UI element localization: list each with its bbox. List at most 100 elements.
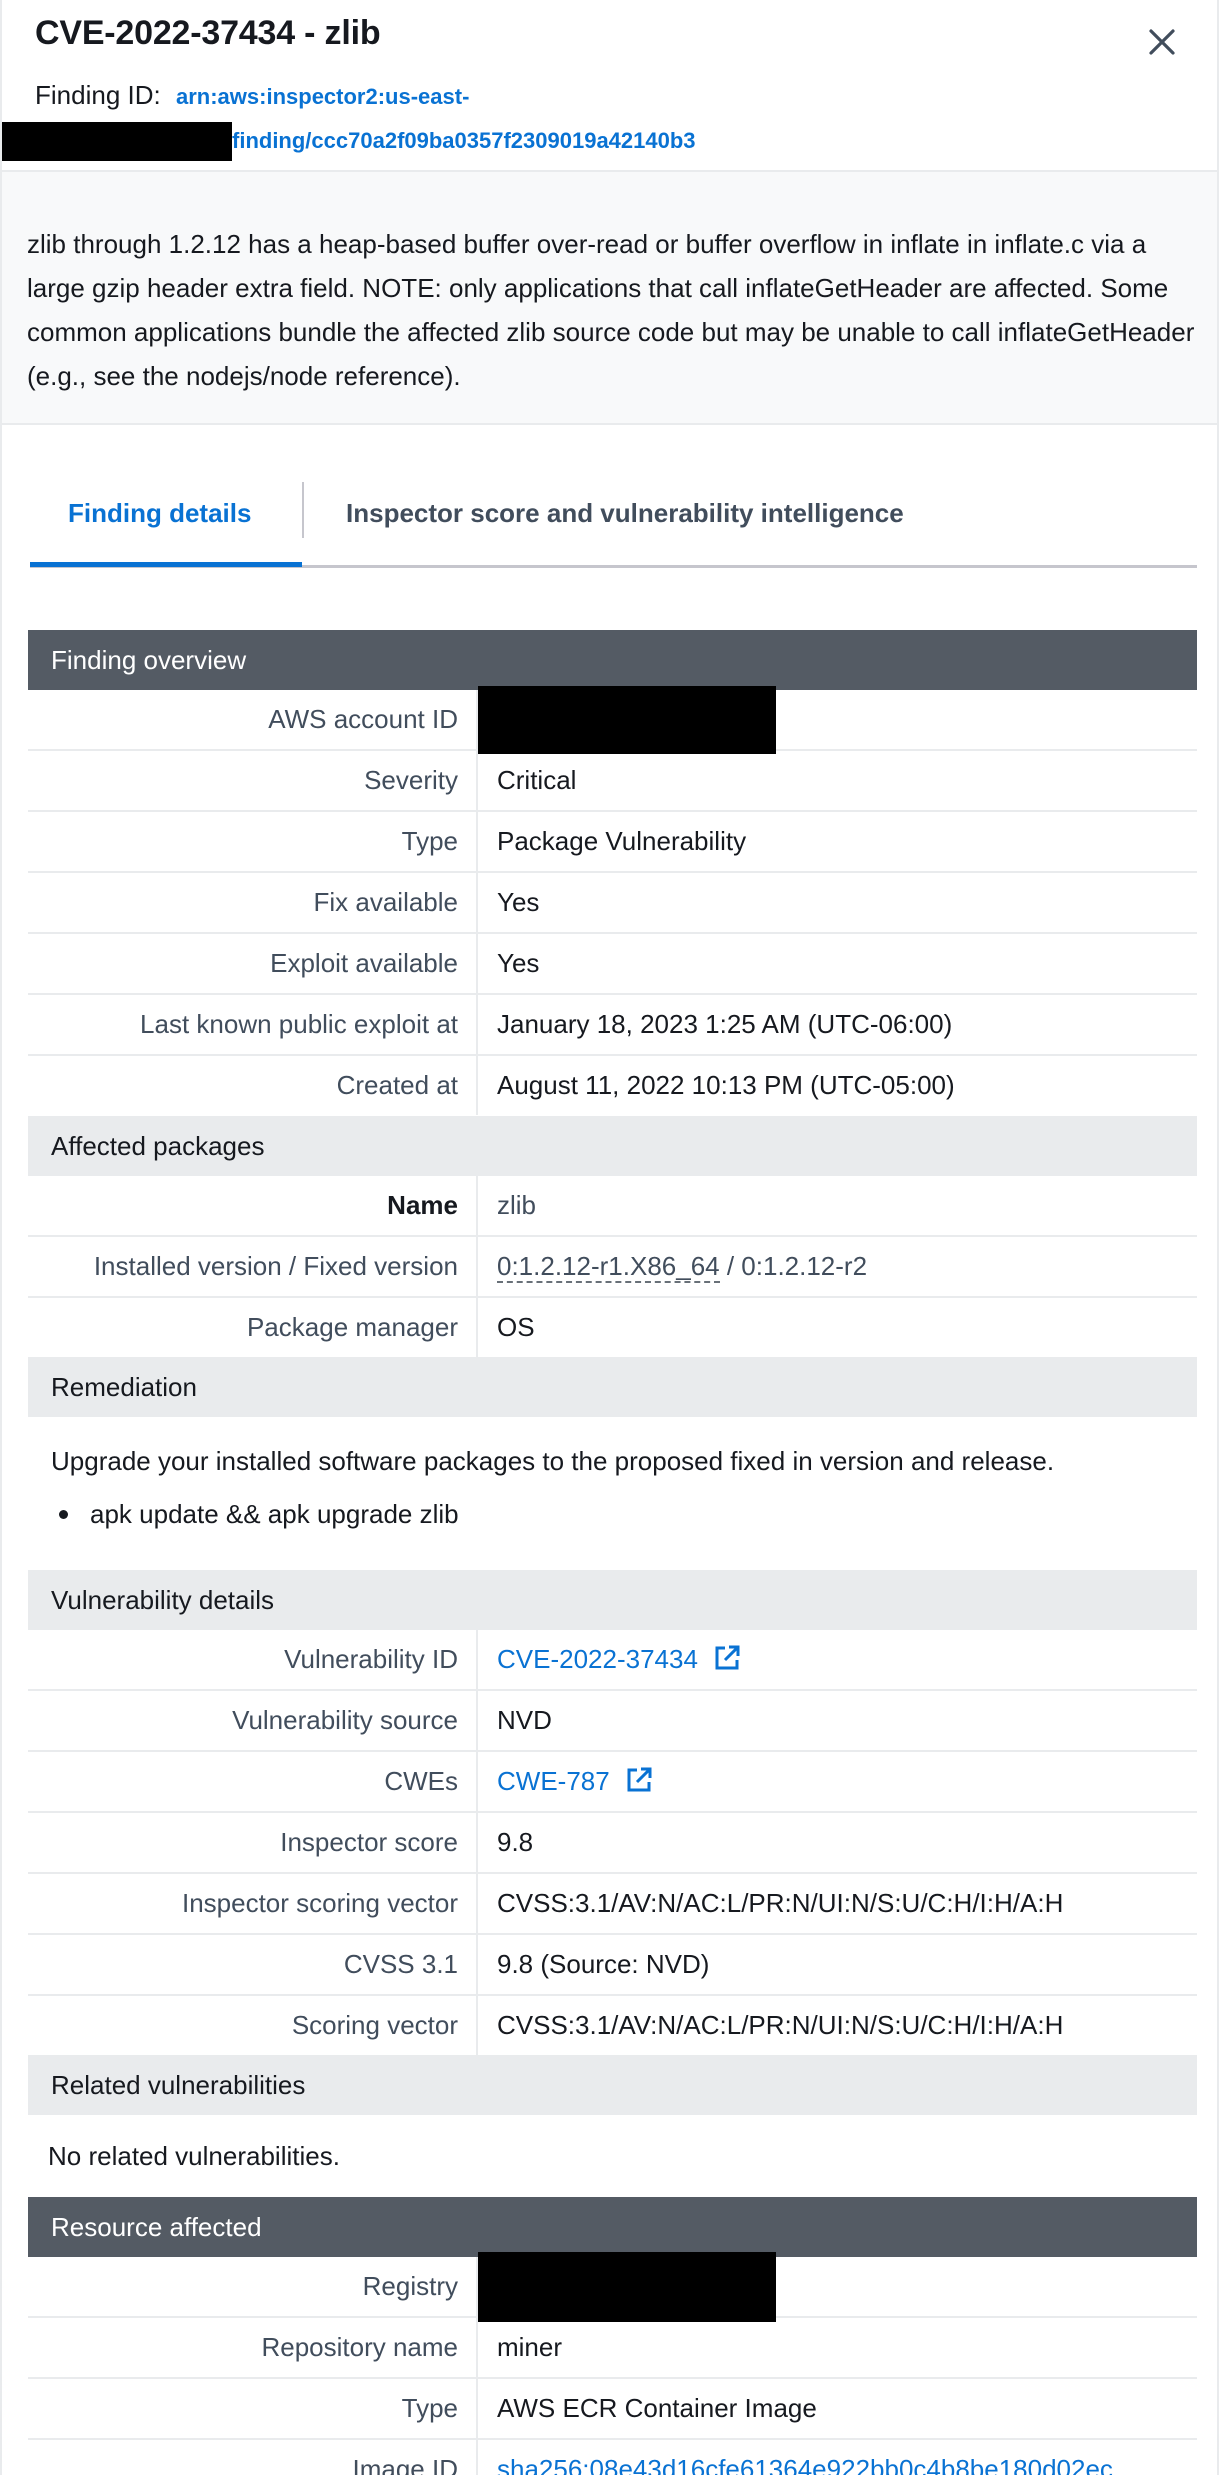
finding-id-label: Finding ID: — [35, 80, 161, 110]
related-vulnerabilities-text: No related vulnerabilities. — [48, 2141, 340, 2171]
table-row: Name zlib — [28, 1176, 1197, 1237]
vulnerability-details-heading: Vulnerability details — [28, 1570, 1197, 1630]
table-row: Inspector score 9.8 — [28, 1813, 1197, 1874]
inspector-scoring-vector-value: CVSS:3.1/AV:N/AC:L/PR:N/UI:N/S:U/C:H/I:H… — [497, 1888, 1064, 1918]
table-row: Exploit available Yes — [28, 934, 1197, 995]
vulnerability-id-text[interactable]: CVE-2022-37434 — [497, 1644, 698, 1674]
table-row: Installed version / Fixed version 0:1.2.… — [28, 1237, 1197, 1298]
column-divider — [476, 1691, 478, 1750]
row-key: Vulnerability source — [232, 1705, 458, 1735]
table-row: Package manager OS — [28, 1298, 1197, 1359]
remediation-heading: Remediation — [28, 1357, 1197, 1417]
table-row: CVSS 3.1 9.8 (Source: NVD) — [28, 1935, 1197, 1996]
row-key: Installed version / Fixed version — [93, 1251, 458, 1281]
scoring-vector-value: CVSS:3.1/AV:N/AC:L/PR:N/UI:N/S:U/C:H/I:H… — [497, 2010, 1064, 2040]
redacted-account-block — [2, 122, 232, 161]
column-divider — [476, 2440, 478, 2475]
cvss-value: 9.8 (Source: NVD) — [497, 1949, 710, 1979]
tab-finding-details[interactable]: Finding details — [68, 498, 251, 529]
row-key: Package manager — [246, 1312, 458, 1342]
column-divider — [476, 1874, 478, 1933]
row-key: CVSS 3.1 — [343, 1949, 458, 1979]
row-key: Last known public exploit at — [140, 1009, 458, 1039]
column-divider — [476, 995, 478, 1054]
row-key: Severity — [364, 765, 458, 795]
repository-name-value: miner — [497, 2332, 563, 2362]
cwe-text[interactable]: CWE-787 — [497, 1766, 610, 1796]
tabs: Finding details Inspector score and vuln… — [30, 470, 1197, 568]
column-divider — [476, 1630, 478, 1689]
remediation-text: Upgrade your installed software packages… — [51, 1446, 1055, 1476]
row-key: Scoring vector — [291, 2010, 458, 2040]
column-divider — [476, 2318, 478, 2377]
external-link-icon[interactable] — [713, 1644, 741, 1672]
table-row: Last known public exploit at January 18,… — [28, 995, 1197, 1056]
row-key: AWS account ID — [268, 704, 458, 734]
affected-packages-heading: Affected packages — [28, 1116, 1197, 1176]
row-key: Inspector scoring vector — [181, 1888, 458, 1918]
row-key: Name — [387, 1190, 458, 1220]
finding-overview-heading: Finding overview — [28, 630, 1197, 690]
vulnerability-id-link[interactable]: CVE-2022-37434 — [497, 1644, 741, 1675]
table-row: Fix available Yes — [28, 873, 1197, 934]
row-key: Fix available — [313, 887, 458, 917]
row-key: Type — [401, 826, 458, 856]
finding-title: CVE-2022-37434 - zlib — [35, 14, 381, 52]
vulnerability-description: zlib through 1.2.12 has a heap-based buf… — [2, 170, 1219, 425]
bullet-icon — [59, 1510, 68, 1519]
column-divider — [476, 1752, 478, 1811]
description-text: zlib through 1.2.12 has a heap-based buf… — [27, 229, 1195, 391]
row-key: Repository name — [261, 2332, 458, 2362]
severity-value: Critical — [497, 765, 577, 795]
row-key: Inspector score — [280, 1827, 458, 1857]
row-key: CWEs — [384, 1766, 458, 1796]
table-row: Severity Critical — [28, 751, 1197, 812]
redacted-registry — [478, 2252, 776, 2322]
table-row: Registry — [28, 2252, 1197, 2322]
installed-version[interactable]: 0:1.2.12-r1.X86_64 — [497, 1251, 720, 1283]
column-divider — [476, 1813, 478, 1872]
row-key: Exploit available — [270, 948, 458, 978]
table-row: Vulnerability ID CVE-2022-37434 — [28, 1630, 1197, 1691]
column-divider — [476, 934, 478, 993]
external-link-icon[interactable] — [625, 1766, 653, 1794]
fixed-version: 0:1.2.12-r2 — [741, 1251, 868, 1281]
column-divider — [476, 1237, 478, 1296]
column-divider — [476, 1056, 478, 1115]
column-divider — [476, 812, 478, 871]
image-id-link[interactable]: sha256:08e43d16cfe61364e922bb0c4b8be180d… — [497, 2454, 1113, 2475]
table-row: Type AWS ECR Container Image — [28, 2379, 1197, 2440]
remediation-command: apk update && apk upgrade zlib — [90, 1499, 459, 1529]
column-divider — [476, 1176, 478, 1235]
version-value: 0:1.2.12-r1.X86_64 / 0:1.2.12-r2 — [497, 1251, 868, 1283]
tab-divider — [302, 482, 304, 538]
table-row: Type Package Vulnerability — [28, 812, 1197, 873]
table-row: Scoring vector CVSS:3.1/AV:N/AC:L/PR:N/U… — [28, 1996, 1197, 2057]
table-row: Repository name miner — [28, 2318, 1197, 2379]
column-divider — [476, 1935, 478, 1994]
last-exploit-value: January 18, 2023 1:25 AM (UTC-06:00) — [497, 1009, 953, 1039]
resource-type-value: AWS ECR Container Image — [497, 2393, 817, 2423]
close-icon[interactable] — [1142, 22, 1182, 62]
row-key: Created at — [336, 1070, 458, 1100]
package-name-value: zlib — [497, 1190, 537, 1220]
finding-id-link-continued[interactable]: finding/ccc70a2f09ba0357f2309019a42140b3 — [232, 128, 696, 154]
finding-details-panel: CVE-2022-37434 - zlib Finding ID: arn:aw… — [0, 0, 1219, 2475]
row-key: Registry — [362, 2271, 458, 2301]
vulnerability-source-value: NVD — [497, 1705, 552, 1735]
panel-header: CVE-2022-37434 - zlib Finding ID: arn:aw… — [2, 0, 1219, 170]
column-divider — [476, 1298, 478, 1357]
cwe-link[interactable]: CWE-787 — [497, 1766, 653, 1797]
tab-inspector-score[interactable]: Inspector score and vulnerability intell… — [346, 498, 904, 529]
type-value: Package Vulnerability — [497, 826, 747, 856]
inspector-score-value: 9.8 — [497, 1827, 534, 1857]
redacted-account-id — [478, 686, 776, 754]
active-tab-indicator — [30, 562, 302, 567]
finding-id-link[interactable]: arn:aws:inspector2:us-east- — [176, 84, 469, 110]
table-row: CWEs CWE-787 — [28, 1752, 1197, 1813]
resource-affected-heading: Resource affected — [28, 2197, 1197, 2257]
package-manager-value: OS — [497, 1312, 535, 1342]
created-at-value: August 11, 2022 10:13 PM (UTC-05:00) — [497, 1070, 955, 1100]
row-key: Image ID — [352, 2454, 459, 2475]
row-key: Vulnerability ID — [284, 1644, 458, 1674]
